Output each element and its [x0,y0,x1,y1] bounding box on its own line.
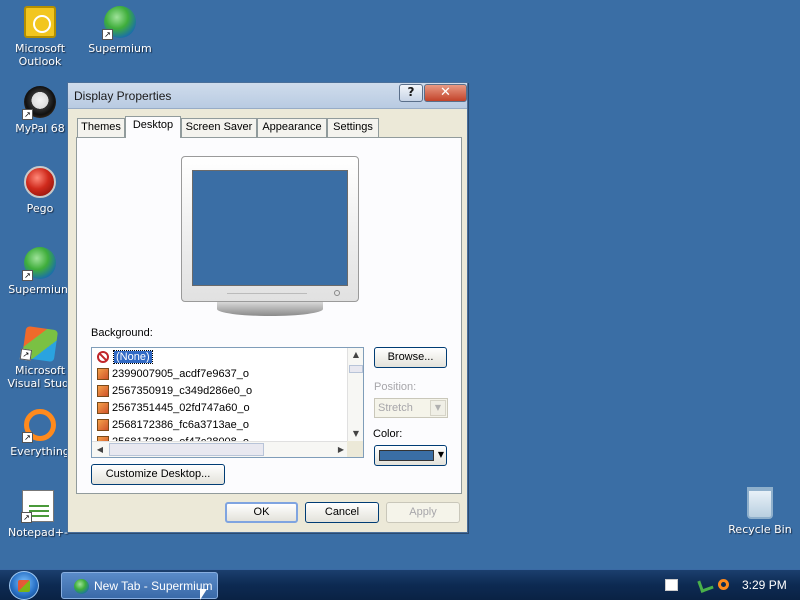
none-icon [97,351,109,364]
list-item[interactable]: 2567351445_02fd747a60_o [97,400,250,416]
ok-button[interactable]: OK [225,502,298,523]
scroll-up-icon[interactable]: ▲ [348,350,363,359]
taskbar-button-supermium[interactable]: New Tab - Supermium [61,572,218,599]
monitor-screen [192,170,348,286]
keyboard-icon[interactable] [665,579,678,591]
search-icon[interactable] [718,579,729,590]
close-button[interactable]: ✕ [424,84,467,102]
clock[interactable]: 3:29 PM [742,578,787,592]
background-list[interactable]: (None) 2399007905_acdf7e9637_o 256735091… [91,347,364,458]
desktop-icon-recycle-bin[interactable]: Recycle Bin [722,487,798,536]
tab-appearance[interactable]: Appearance [257,118,327,137]
list-item[interactable]: 2567350919_c349d286e0_o [97,383,252,399]
desktop-icon-supermium[interactable]: ↗ Supermium [82,6,158,55]
customize-desktop-button[interactable]: Customize Desktop... [91,464,225,485]
desktop-tab-panel: Background: (None) 2399007905_acdf7e9637… [76,137,462,494]
outlook-icon [24,6,56,38]
color-label: Color: [373,428,403,440]
power-led-icon [334,290,340,296]
taskbar: New Tab - Supermium 3:29 PM [0,569,800,600]
list-item-label: 2399007905_acdf7e9637_o [112,368,250,380]
desktop-icon-label: Microsoft Outlook [14,42,66,68]
desktop-icon-label: Notepad+- [8,526,68,539]
monitor-preview [181,156,359,302]
scroll-left-icon[interactable]: ◀ [92,445,108,454]
position-select: Stretch ▼ [374,398,448,418]
tab-settings[interactable]: Settings [327,118,379,137]
taskbar-button-label: New Tab - Supermium [94,579,213,593]
scroll-corner [347,441,363,457]
position-label: Position: [374,381,417,393]
desktop-icon-label: Supermium [88,42,152,55]
list-item[interactable]: 2568172386_fc6a3713ae_o [97,417,249,433]
supermium-icon: ↗ [102,6,136,40]
monitor-vent [227,293,307,296]
list-item-label: 2567351445_02fd747a60_o [112,402,250,414]
desktop-icon-label: Recycle Bin [728,523,792,536]
desktop-icon-outlook[interactable]: Microsoft Outlook [2,6,78,68]
help-button[interactable]: ? [399,84,423,102]
supermium-icon: ↗ [22,247,56,281]
scroll-thumb[interactable] [109,443,264,456]
notepad-plus-icon: ↗ [21,490,54,523]
monitor-stand [217,302,323,316]
visual-studio-icon: ↗ [19,325,59,363]
tab-desktop[interactable]: Desktop [125,116,181,138]
image-file-icon [97,385,109,398]
browse-button[interactable]: Browse... [374,347,447,368]
chevron-down-icon: ▼ [437,450,444,459]
list-item-label: 2567350919_c349d286e0_o [112,385,253,397]
list-item-label: (None) [113,350,153,364]
list-item-label: 2568172386_fc6a3713ae_o [112,419,250,431]
everything-icon: ↗ [22,409,56,443]
recycle-bin-icon [747,487,773,519]
image-file-icon [97,402,109,415]
image-file-icon [97,419,109,432]
desktop-icon-notepad-plus[interactable]: ↗ Notepad+- [0,490,76,539]
background-label: Background: [91,327,153,339]
color-swatch [379,450,434,461]
scroll-thumb[interactable] [349,365,363,373]
list-item[interactable]: 2399007905_acdf7e9637_o [97,366,249,382]
apply-button: Apply [386,502,460,523]
supermium-icon [74,579,89,594]
chevron-down-icon: ▼ [430,400,446,416]
image-file-icon [97,368,109,381]
vertical-scrollbar[interactable]: ▲ ▼ [347,348,363,442]
mypal-icon: ↗ [22,86,56,120]
tab-themes[interactable]: Themes [77,118,125,137]
scroll-down-icon[interactable]: ▼ [348,429,363,438]
tab-screen-saver[interactable]: Screen Saver [181,118,257,137]
position-value: Stretch [378,402,413,414]
title-bar[interactable]: Display Properties ? ✕ [68,83,467,109]
color-picker-button[interactable]: ▼ [374,445,447,466]
cancel-button[interactable]: Cancel [305,502,379,523]
network-icon[interactable] [697,577,714,593]
pego-icon [24,166,56,198]
display-properties-window: Display Properties ? ✕ Themes Desktop Sc… [67,82,468,533]
list-item[interactable]: (None) [97,349,153,365]
horizontal-scrollbar[interactable]: ◀ ▶ [92,441,349,457]
window-title: Display Properties [74,89,172,103]
mouse-cursor-icon [200,589,207,600]
windows-start-icon[interactable] [9,571,39,600]
